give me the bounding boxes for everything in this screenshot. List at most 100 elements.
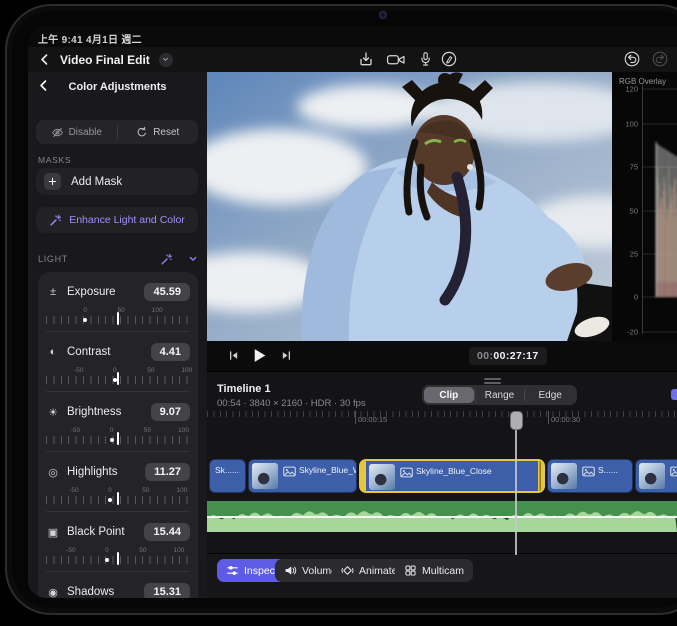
mode-edge[interactable]: Edge	[524, 387, 575, 403]
skip-back-icon[interactable]	[227, 349, 240, 362]
status-datetime: 上午 9:41 4月1日 週二	[38, 31, 142, 46]
scope-tick-label: 120	[612, 85, 638, 94]
timeline-toolbar: InspectVolumeAnimateMulticam	[207, 553, 677, 598]
reset-icon	[136, 126, 148, 138]
ruler-tick-label: 100	[173, 547, 184, 554]
redo-icon[interactable]	[652, 51, 668, 67]
timeline-corner-icon[interactable]	[671, 389, 677, 400]
ruler-cursor	[117, 552, 119, 565]
mode-range[interactable]: Range	[474, 387, 525, 403]
slider-name: Black Point	[67, 526, 137, 538]
disable-reset-row: Disable Reset	[36, 120, 198, 144]
scope-tick-label: -20	[612, 328, 638, 337]
slider-value-badge[interactable]: 9.07	[151, 403, 190, 421]
ruler-tick-label: 50	[142, 487, 149, 494]
slider-value-badge[interactable]: 4.41	[151, 343, 190, 361]
timeline-drag-handle[interactable]	[484, 378, 501, 380]
slider-icon: ☀	[46, 406, 60, 419]
image-icon	[400, 467, 413, 478]
slider-icon: ◐	[46, 346, 60, 358]
slider-icon: ±	[46, 286, 60, 298]
scope-tick-label: 100	[612, 120, 638, 129]
microphone-icon[interactable]	[418, 51, 433, 67]
ruler-timecode-label: 00:00:30	[548, 415, 580, 424]
skip-forward-icon[interactable]	[280, 349, 293, 362]
ruler-tick-label: 100	[181, 367, 192, 374]
timeline-clip[interactable]	[635, 459, 677, 493]
import-icon[interactable]	[358, 51, 374, 67]
slider-ruler[interactable]: 0 50 100	[46, 308, 190, 326]
inspect-icon	[226, 564, 239, 577]
timeline-panel: Timeline 1 00:54 · 3840 × 2160 · HDR · 3…	[207, 371, 677, 598]
timeline-ruler[interactable]	[207, 411, 677, 417]
timecode-display: 00:00:27:17	[469, 347, 547, 365]
audio-clip[interactable]	[207, 501, 677, 532]
slider-value-badge[interactable]: 11.27	[145, 463, 190, 481]
ruler-timecode-label: 00:00:15	[355, 415, 387, 424]
timeline-clip[interactable]: Skyline_Blue_Close	[359, 459, 545, 493]
play-icon[interactable]	[251, 347, 268, 364]
pencil-icon[interactable]	[441, 51, 457, 67]
scope-tick-label: 50	[612, 207, 638, 216]
ruler-cursor	[117, 432, 119, 445]
camera-icon[interactable]	[386, 52, 406, 67]
collapse-chevron-icon[interactable]	[187, 253, 199, 265]
ruler-tick-label: 50	[147, 367, 154, 374]
ruler-tick-label: 100	[176, 487, 187, 494]
ruler-tick-label: 50	[118, 307, 125, 314]
project-menu-button[interactable]	[159, 53, 173, 67]
back-chevron-icon[interactable]	[38, 53, 51, 66]
light-sliders-card: ± Exposure 45.59 050100 ◐ Contrast 4.41 …	[38, 272, 198, 598]
clip-label: Skyline_Blue_Wide	[299, 465, 357, 475]
project-title[interactable]: Video Final Edit	[60, 53, 150, 67]
disable-button[interactable]: Disable	[36, 120, 117, 144]
playhead-line[interactable]	[515, 429, 517, 555]
ruler-tick-label: 100	[152, 307, 163, 314]
adjustment-slider-row: ◉ Shadows 15.31 -50050100	[46, 571, 190, 598]
reset-button[interactable]: Reset	[118, 120, 199, 144]
slider-ruler[interactable]: -50050100	[46, 548, 190, 566]
adjustment-slider-row: ◎ Highlights 11.27 -50050100	[46, 451, 190, 511]
ruler-zero-dot	[108, 498, 112, 502]
status-bar: 上午 9:41 4月1日 週二	[28, 26, 677, 47]
front-camera	[379, 11, 387, 19]
ruler-tick-label: 0	[113, 367, 117, 374]
volume-line[interactable]	[207, 516, 677, 518]
slider-value-badge[interactable]: 15.31	[144, 583, 190, 598]
slider-ruler[interactable]: -50050100	[46, 428, 190, 446]
preview-frame-art	[207, 72, 612, 341]
scope-tick-label: 0	[612, 293, 638, 302]
ruler-tick-label: 50	[139, 547, 146, 554]
video-preview[interactable]	[207, 72, 612, 341]
scope-tick-label: 75	[612, 163, 638, 172]
timeline-clip[interactable]: Skyline_Blue_Wide	[248, 459, 357, 493]
chevron-down-icon	[161, 55, 170, 64]
clip-thumbnail	[252, 463, 278, 489]
slider-ruler[interactable]: -50050100	[46, 488, 190, 506]
enhance-light-color-button[interactable]: Enhance Light and Color	[36, 207, 198, 233]
auto-enhance-icon[interactable]	[160, 253, 173, 266]
clips-track: Sk...... Skyline_Blue_Wide Skyline_Blue_…	[207, 459, 677, 493]
animate-icon	[341, 564, 354, 577]
edit-mode-segmented-control: ClipRangeEdge	[422, 385, 577, 405]
ruler-tick-label: 0	[108, 487, 112, 494]
timeline-clip[interactable]: Sk......	[209, 459, 246, 493]
slider-value-badge[interactable]: 15.44	[144, 523, 190, 541]
ruler-tick-label: -50	[66, 547, 75, 554]
clip-label: Sk......	[215, 465, 239, 475]
slider-name: Shadows	[67, 586, 137, 598]
mode-clip[interactable]: Clip	[424, 387, 474, 403]
clip-label: S......	[598, 465, 618, 475]
ruler-tick-label: -50	[71, 427, 80, 434]
image-icon	[283, 466, 296, 477]
ruler-zero-dot	[110, 438, 114, 442]
slider-value-badge[interactable]: 45.59	[144, 283, 190, 301]
slider-ruler[interactable]: -50050100	[46, 368, 190, 386]
ruler-tick-label: 0	[83, 307, 87, 314]
playhead-handle[interactable]	[510, 411, 523, 430]
ruler-cursor	[117, 372, 119, 385]
undo-icon[interactable]	[624, 51, 640, 67]
add-mask-button[interactable]: Add Mask	[36, 168, 198, 195]
multicam-button[interactable]: Multicam	[395, 559, 473, 582]
timeline-clip[interactable]: S......	[547, 459, 633, 493]
